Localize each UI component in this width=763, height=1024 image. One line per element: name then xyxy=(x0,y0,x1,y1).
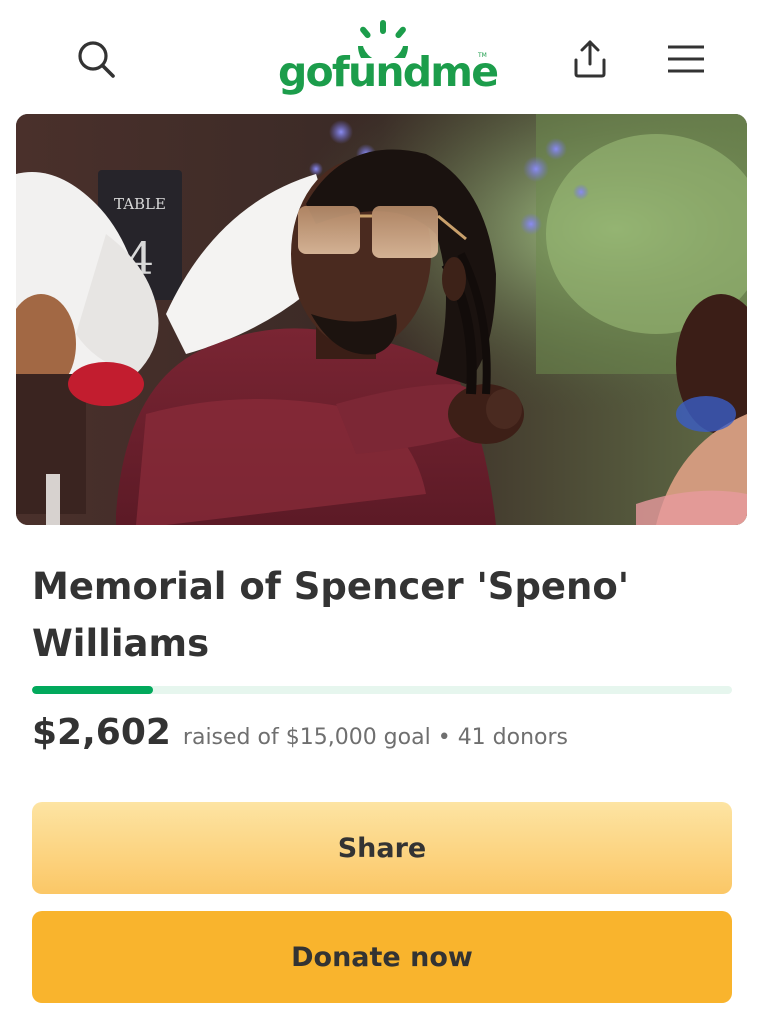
progress-bar xyxy=(32,686,732,694)
donor-count[interactable]: 41 donors xyxy=(458,725,568,750)
donate-now-button[interactable]: Donate now xyxy=(32,911,732,1003)
gofundme-logo[interactable]: gofundme TM xyxy=(278,18,499,98)
share-upload-icon xyxy=(574,40,606,78)
goal-text: raised of $15,000 goal xyxy=(182,725,431,750)
logo-wordmark: gofundme xyxy=(278,48,499,96)
top-navigation-bar: gofundme TM xyxy=(0,0,763,112)
search-button[interactable] xyxy=(70,33,122,85)
hamburger-menu-icon xyxy=(668,45,704,73)
share-button[interactable]: Share xyxy=(32,802,732,894)
amount-raised: $2,602 xyxy=(32,712,171,753)
menu-button[interactable] xyxy=(658,33,714,85)
progress-bar-fill xyxy=(32,686,154,694)
campaign-title: Memorial of Spencer 'Speno' Williams xyxy=(32,565,630,665)
fundraising-stats: $2,602 raised of $15,000 goal • 41 donor… xyxy=(32,712,568,762)
svg-text:TABLE: TABLE xyxy=(114,195,166,213)
search-icon xyxy=(78,41,115,78)
share-header-button[interactable] xyxy=(562,33,618,85)
campaign-hero-image[interactable]: TABLE 4 xyxy=(16,114,747,525)
trademark-mark: TM xyxy=(478,52,487,59)
separator-bullet: • xyxy=(437,725,451,750)
